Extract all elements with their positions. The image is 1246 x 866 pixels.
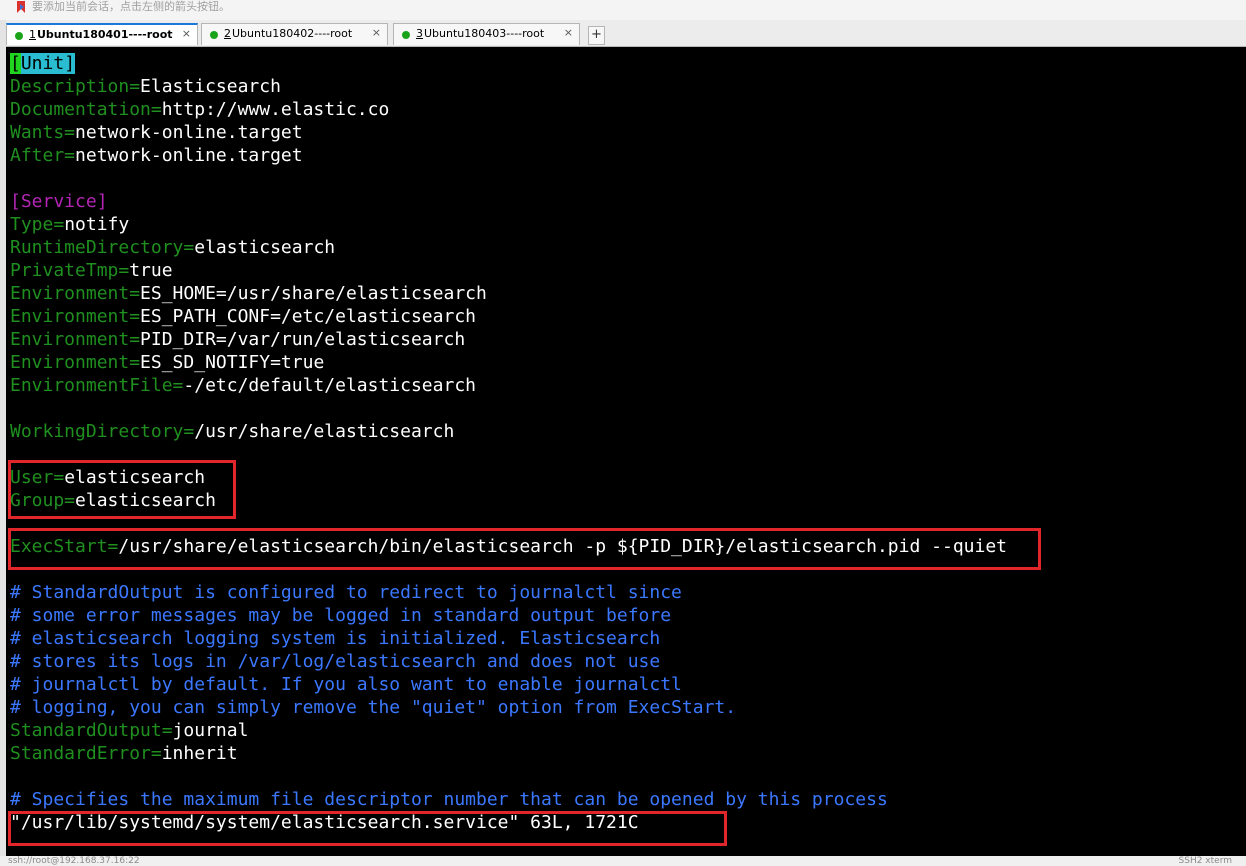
config-line-private-tmp: PrivateTmp=true bbox=[10, 260, 173, 281]
close-icon[interactable]: × bbox=[564, 26, 573, 39]
vim-status-line: "/usr/lib/systemd/system/elasticsearch.s… bbox=[10, 812, 639, 833]
comment-line: # StandardOutput is configured to redire… bbox=[10, 582, 682, 603]
unit-section-header: [Unit] bbox=[10, 53, 76, 74]
config-line-standard-error: StandardError=inherit bbox=[10, 743, 238, 764]
terminal-cursor: [ bbox=[10, 53, 21, 74]
comment-line: # journalctl by default. If you also wan… bbox=[10, 674, 682, 695]
protocol-info: SSH2 xterm bbox=[1178, 856, 1232, 866]
config-line-exec-start: ExecStart=/usr/share/elasticsearch/bin/e… bbox=[10, 536, 1008, 557]
config-line-documentation: Documentation=http://www.elastic.co bbox=[10, 99, 390, 120]
hint-text: 要添加当前会话，点击左侧的箭头按钮。 bbox=[32, 0, 230, 13]
terminal-screen[interactable]: [Unit] Description=Elasticsearch Documen… bbox=[6, 47, 1246, 856]
close-icon[interactable]: × bbox=[372, 26, 381, 39]
config-line-user: User=elasticsearch bbox=[10, 467, 206, 488]
config-line-wants: Wants=network-online.target bbox=[10, 122, 303, 143]
config-line-after: After=network-online.target bbox=[10, 145, 303, 166]
config-line-description: Description=Elasticsearch bbox=[10, 76, 281, 97]
connected-status-icon bbox=[210, 31, 218, 39]
config-line-environment-file: EnvironmentFile=-/etc/default/elasticsea… bbox=[10, 375, 476, 396]
service-section-header: [Service] bbox=[10, 191, 108, 212]
config-line-environment: Environment=ES_HOME=/usr/share/elasticse… bbox=[10, 283, 487, 304]
search-highlight: Unit bbox=[20, 53, 65, 74]
connected-status-icon bbox=[15, 32, 23, 40]
bookmark-arrow-icon[interactable] bbox=[14, 0, 28, 14]
tab-ubuntu180401[interactable]: 1 Ubuntu180401----root × bbox=[6, 23, 198, 45]
close-icon[interactable]: × bbox=[182, 27, 191, 40]
tab-label: Ubuntu180403----root bbox=[424, 27, 545, 40]
status-bar: ssh://root@192.168.37.16:22 SSH2 xterm bbox=[0, 856, 1246, 866]
connection-info: ssh://root@192.168.37.16:22 bbox=[8, 856, 140, 866]
tab-label: Ubuntu180401----root bbox=[37, 28, 173, 41]
tab-ubuntu180403[interactable]: 3 Ubuntu180403----root × bbox=[393, 23, 580, 45]
hint-bar: 要添加当前会话，点击左侧的箭头按钮。 bbox=[0, 0, 1246, 20]
config-line-runtime-directory: RuntimeDirectory=elasticsearch bbox=[10, 237, 336, 258]
comment-line: # stores its logs in /var/log/elasticsea… bbox=[10, 651, 661, 672]
config-line-standard-output: StandardOutput=journal bbox=[10, 720, 249, 741]
tab-label: Ubuntu180402----root bbox=[232, 27, 353, 40]
config-line-type: Type=notify bbox=[10, 214, 130, 235]
config-line-group: Group=elasticsearch bbox=[10, 490, 216, 511]
tab-number: 3 bbox=[416, 27, 423, 40]
config-line-environment: Environment=ES_SD_NOTIFY=true bbox=[10, 352, 325, 373]
tab-number: 1 bbox=[29, 28, 36, 41]
config-line-working-directory: WorkingDirectory=/usr/share/elasticsearc… bbox=[10, 421, 455, 442]
new-tab-button[interactable]: + bbox=[588, 26, 605, 45]
tab-ubuntu180402[interactable]: 2 Ubuntu180402----root × bbox=[201, 23, 388, 45]
comment-line: # elasticsearch logging system is initia… bbox=[10, 628, 661, 649]
comment-line: # Specifies the maximum file descriptor … bbox=[10, 789, 888, 810]
connected-status-icon bbox=[402, 31, 410, 39]
tab-number: 2 bbox=[224, 27, 231, 40]
config-line-environment: Environment=PID_DIR=/var/run/elasticsear… bbox=[10, 329, 466, 350]
session-tab-bar: 1 Ubuntu180401----root × 2 Ubuntu180402-… bbox=[6, 20, 1246, 47]
config-line-environment: Environment=ES_PATH_CONF=/etc/elasticsea… bbox=[10, 306, 476, 327]
comment-line: # some error messages may be logged in s… bbox=[10, 605, 672, 626]
comment-line: # logging, you can simply remove the "qu… bbox=[10, 697, 737, 718]
